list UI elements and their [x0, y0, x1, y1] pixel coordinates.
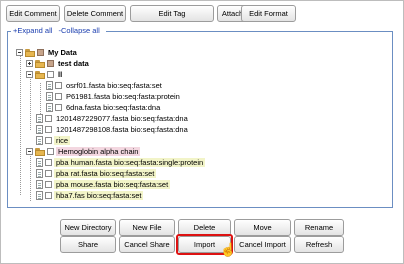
tree-item-label: pba human.fasta bio:seq:fasta:single:pro… [54, 158, 206, 167]
expand-icon[interactable] [26, 60, 33, 67]
file-icon [46, 81, 53, 90]
file-manager-window: Edit Comment Delete Comment Edit Tag Att… [0, 0, 404, 264]
file-tree-panel: +Expand all -Collapse all My Data test d… [7, 26, 393, 208]
tree-row[interactable]: rice [36, 135, 71, 146]
cancel-import-label: Cancel Import [239, 240, 286, 249]
tree-guide [30, 151, 31, 201]
edit-tag-button[interactable]: Edit Tag [130, 5, 214, 22]
rename-button[interactable]: Rename [294, 219, 344, 236]
file-icon [36, 180, 43, 189]
share-label: Share [77, 240, 98, 249]
tree-item-label: pba mouse.fasta bio:seq:fasta:set [54, 180, 171, 189]
edit-format-button[interactable]: Edit Format [241, 5, 296, 22]
file-icon [36, 114, 43, 123]
collapse-icon[interactable] [26, 148, 33, 155]
tree-row[interactable]: pba rat.fasta bio:seq:fasta:set [36, 168, 157, 179]
row-checkbox[interactable] [45, 137, 52, 144]
tree-item-label: Hemoglobin alpha chain [56, 147, 141, 156]
new-directory-button[interactable]: New Directory [60, 219, 116, 236]
tree-row[interactable]: My Data [16, 47, 79, 58]
row-checkbox[interactable] [55, 93, 62, 100]
tree-item-label: hba7.fas bio:seq:fasta:set [54, 191, 144, 200]
tree-item-label: ll [58, 70, 63, 79]
row-checkbox[interactable] [45, 159, 52, 166]
move-label: Move [253, 223, 272, 232]
tree-item-label: 1201487298108.fasta bio:seq:fasta:dna [56, 125, 188, 134]
delete-comment-label: Delete Comment [66, 9, 124, 18]
hand-cursor-icon: ☝ [220, 242, 237, 257]
row-checkbox[interactable] [45, 170, 52, 177]
delete-comment-button[interactable]: Delete Comment [64, 5, 126, 22]
row-checkbox[interactable] [47, 148, 54, 155]
tree-row[interactable]: pba human.fasta bio:seq:fasta:single:pro… [36, 157, 206, 168]
row-checkbox[interactable] [37, 49, 44, 56]
folder-icon [35, 60, 45, 68]
file-icon [46, 103, 53, 112]
folder-open-icon [35, 148, 45, 156]
row-checkbox[interactable] [47, 60, 54, 67]
file-icon [46, 92, 53, 101]
tree-row[interactable]: test data [26, 58, 91, 69]
edit-tag-label: Edit Tag [158, 9, 186, 18]
tree-row[interactable]: ll [26, 69, 64, 80]
tree-guide [30, 72, 31, 130]
tree-row[interactable]: Hemoglobin alpha chain [26, 146, 141, 157]
row-checkbox[interactable] [45, 126, 52, 133]
rename-label: Rename [304, 223, 334, 232]
refresh-label: Refresh [305, 240, 333, 249]
row-checkbox[interactable] [45, 181, 52, 188]
tree-row[interactable]: hba7.fas bio:seq:fasta:set [36, 190, 144, 201]
tree-toggle-links: +Expand all -Collapse all [11, 26, 106, 35]
cancel-import-button[interactable]: Cancel Import [234, 236, 291, 253]
expand-all-link[interactable]: +Expand all [13, 26, 52, 35]
row-checkbox[interactable] [47, 71, 54, 78]
tree-row[interactable]: P61981.fasta bio:seq:fasta:protein [46, 91, 182, 102]
file-icon [36, 136, 43, 145]
tree-item-label: osrf01.fasta bio:seq:fasta:set [66, 81, 162, 90]
edit-format-label: Edit Format [249, 9, 288, 18]
tree-item-label: P61981.fasta bio:seq:fasta:protein [66, 92, 180, 101]
edit-comment-label: Edit Comment [9, 9, 57, 18]
folder-open-icon [25, 49, 35, 57]
file-icon [36, 158, 43, 167]
folder-open-icon [35, 71, 45, 79]
file-icon [36, 169, 43, 178]
new-file-button[interactable]: New File [119, 219, 175, 236]
row-checkbox[interactable] [55, 104, 62, 111]
tree-item-label: rice [54, 136, 71, 145]
tree-row[interactable]: pba mouse.fasta bio:seq:fasta:set [36, 179, 171, 190]
collapse-all-link[interactable]: -Collapse all [59, 26, 100, 35]
cancel-share-label: Cancel Share [124, 240, 170, 249]
file-icon [36, 125, 43, 134]
row-checkbox[interactable] [55, 82, 62, 89]
share-button[interactable]: Share [60, 236, 116, 253]
tree-row[interactable]: 6dna.fasta bio:seq:fasta:dna [46, 102, 162, 113]
tree-row[interactable]: osrf01.fasta bio:seq:fasta:set [46, 80, 164, 91]
row-checkbox[interactable] [45, 192, 52, 199]
tree-row[interactable]: 1201487229077.fasta bio:seq:fasta:dna [36, 113, 190, 124]
move-button[interactable]: Move [234, 219, 291, 236]
tree-row[interactable]: 1201487298108.fasta bio:seq:fasta:dna [36, 124, 190, 135]
tree-guide [20, 51, 21, 195]
tree-item-label: My Data [48, 48, 77, 57]
tree-item-label: test data [58, 59, 89, 68]
cancel-share-button[interactable]: Cancel Share [119, 236, 175, 253]
collapse-icon[interactable] [26, 71, 33, 78]
row-checkbox[interactable] [45, 115, 52, 122]
delete-label: Delete [193, 223, 216, 232]
refresh-button[interactable]: Refresh [294, 236, 344, 253]
edit-comment-button[interactable]: Edit Comment [6, 5, 60, 22]
tree-item-label: 6dna.fasta bio:seq:fasta:dna [66, 103, 161, 112]
file-icon [36, 191, 43, 200]
tree-item-label: 1201487229077.fasta bio:seq:fasta:dna [56, 114, 188, 123]
new-directory-label: New Directory [64, 223, 112, 232]
collapse-icon[interactable] [16, 49, 23, 56]
tree-item-label: pba rat.fasta bio:seq:fasta:set [54, 169, 157, 178]
new-file-label: New File [132, 223, 162, 232]
